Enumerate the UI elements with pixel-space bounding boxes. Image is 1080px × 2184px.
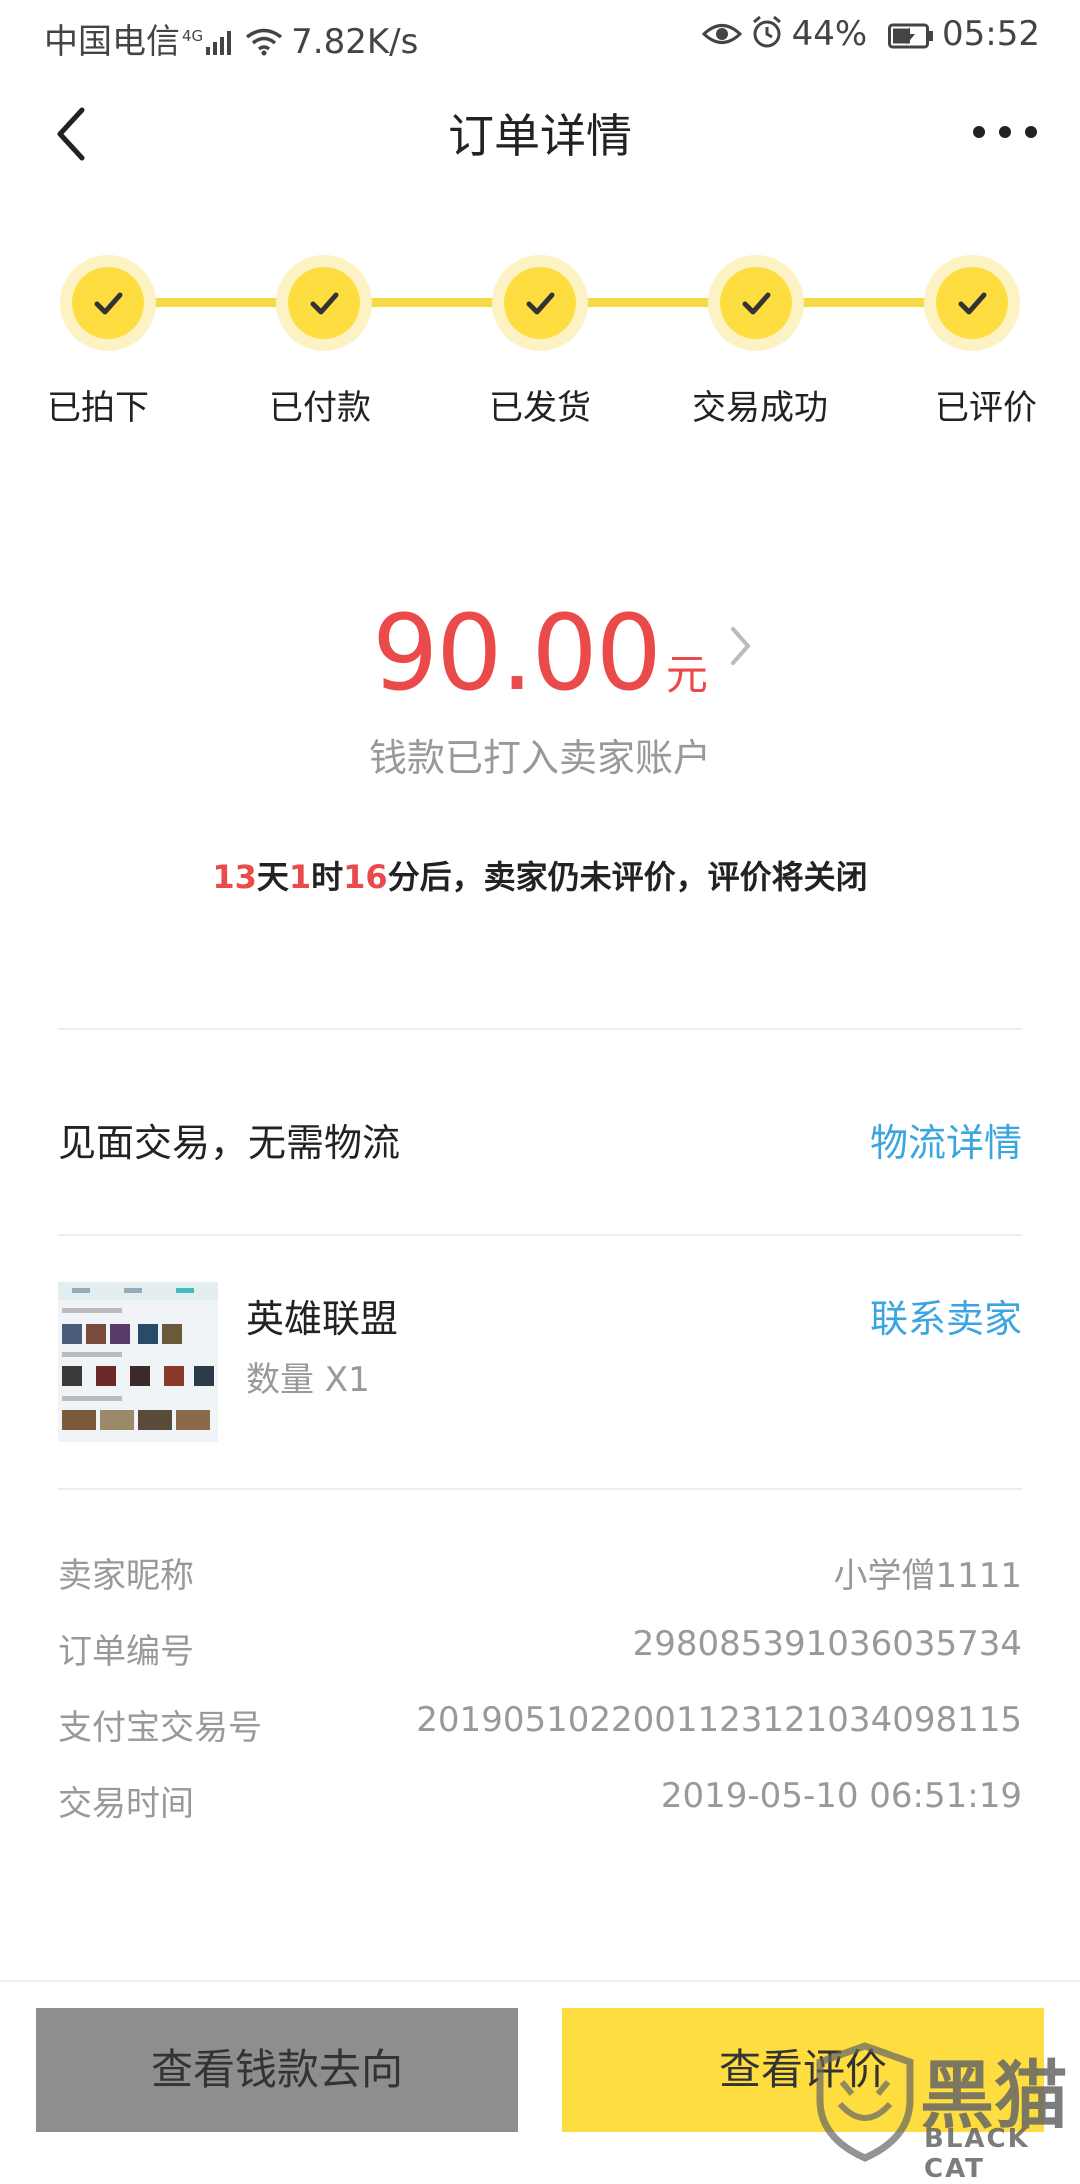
divider — [58, 1028, 1022, 1030]
amount-display[interactable]: 90.00 元 — [0, 592, 1080, 714]
step-4-indicator — [708, 255, 804, 351]
info-label-trade-time: 交易时间 — [58, 1784, 194, 1824]
check-icon — [94, 292, 123, 315]
status-right: 44% 05:52 — [701, 14, 1040, 54]
step-1-indicator — [60, 255, 156, 351]
page-title: 订单详情 — [448, 109, 632, 163]
product-quantity: 数量 X1 — [246, 1360, 370, 1400]
product-thumbnail[interactable] — [58, 1282, 218, 1442]
signal-icon — [206, 31, 232, 55]
info-value-order-no: 2980853910360357​34 — [632, 1624, 1022, 1664]
view-money-flow-button[interactable]: 查看钱款去向 — [36, 2008, 518, 2132]
delivery-method: 见面交易，无需物流 — [58, 1121, 401, 1165]
contact-seller-link[interactable]: 联系卖家 — [870, 1288, 1022, 1343]
countdown-days: 13 — [212, 858, 257, 896]
step-label: 交易成功 — [692, 388, 828, 428]
check-icon — [526, 292, 555, 315]
network-speed: 7.82K/s — [291, 22, 419, 62]
amount-unit: 元 — [665, 650, 708, 699]
carrier-label: 中国电信 — [44, 22, 180, 62]
step-3-indicator — [492, 255, 588, 351]
eye-icon — [701, 24, 742, 44]
battery-percent: 44% — [791, 14, 868, 54]
info-label-order-no: 订单编号 — [58, 1632, 194, 1672]
divider — [58, 1234, 1022, 1236]
countdown-hours-unit: 时 — [311, 858, 344, 896]
step-label: 已拍下 — [47, 388, 149, 428]
info-value-trade-time: 2019-05-10 06:51:19 — [660, 1776, 1022, 1816]
countdown-hours: 1 — [288, 858, 312, 896]
review-countdown: 13天1时16分后，卖家仍未评价，评价将关闭 — [0, 852, 1080, 898]
countdown-days-unit: 天 — [256, 858, 289, 896]
alarm-icon — [752, 15, 781, 48]
divider — [58, 1488, 1022, 1490]
info-value-alipay-no: 2019051022001123121034098115 — [416, 1700, 1022, 1740]
wifi-icon — [246, 28, 283, 56]
check-icon — [958, 292, 987, 315]
info-label-seller: 卖家昵称 — [58, 1556, 194, 1596]
network-type: 4G — [182, 26, 204, 45]
clock-time: 05:52 — [942, 14, 1040, 54]
battery-charging-icon — [888, 23, 934, 49]
black-cat-logo-icon — [816, 2042, 914, 2162]
more-dots-icon[interactable] — [970, 118, 1040, 146]
step-label: 已发货 — [489, 388, 591, 428]
logistics-detail-link[interactable]: 物流详情 — [870, 1112, 1022, 1167]
chevron-right-icon[interactable] — [728, 624, 754, 668]
countdown-minutes: 16 — [343, 858, 388, 896]
step-2-indicator — [276, 255, 372, 351]
watermark-subtitle: BLACK CAT — [924, 2124, 1030, 2184]
check-icon — [310, 292, 339, 315]
product-image — [58, 1282, 218, 1430]
amount-value: 90.00 — [372, 592, 662, 714]
countdown-suffix: 分后，卖家仍未评价，评价将关闭 — [387, 858, 868, 896]
step-label: 已评价 — [935, 388, 1037, 428]
step-label: 已付款 — [269, 388, 371, 428]
info-label-alipay-no: 支付宝交易号 — [58, 1708, 262, 1748]
status-bar: 中国电信 4G 7.82K/s 44% 05:52 — [0, 0, 1080, 75]
status-left: 中国电信 4G 7.82K/s — [44, 14, 418, 63]
info-value-seller: 小学僧1111 — [833, 1556, 1022, 1596]
step-5-indicator — [924, 255, 1020, 351]
check-icon — [742, 292, 771, 315]
product-name[interactable]: 英雄联盟 — [246, 1288, 398, 1343]
amount-description: 钱款已打入卖家账户 — [368, 736, 711, 780]
